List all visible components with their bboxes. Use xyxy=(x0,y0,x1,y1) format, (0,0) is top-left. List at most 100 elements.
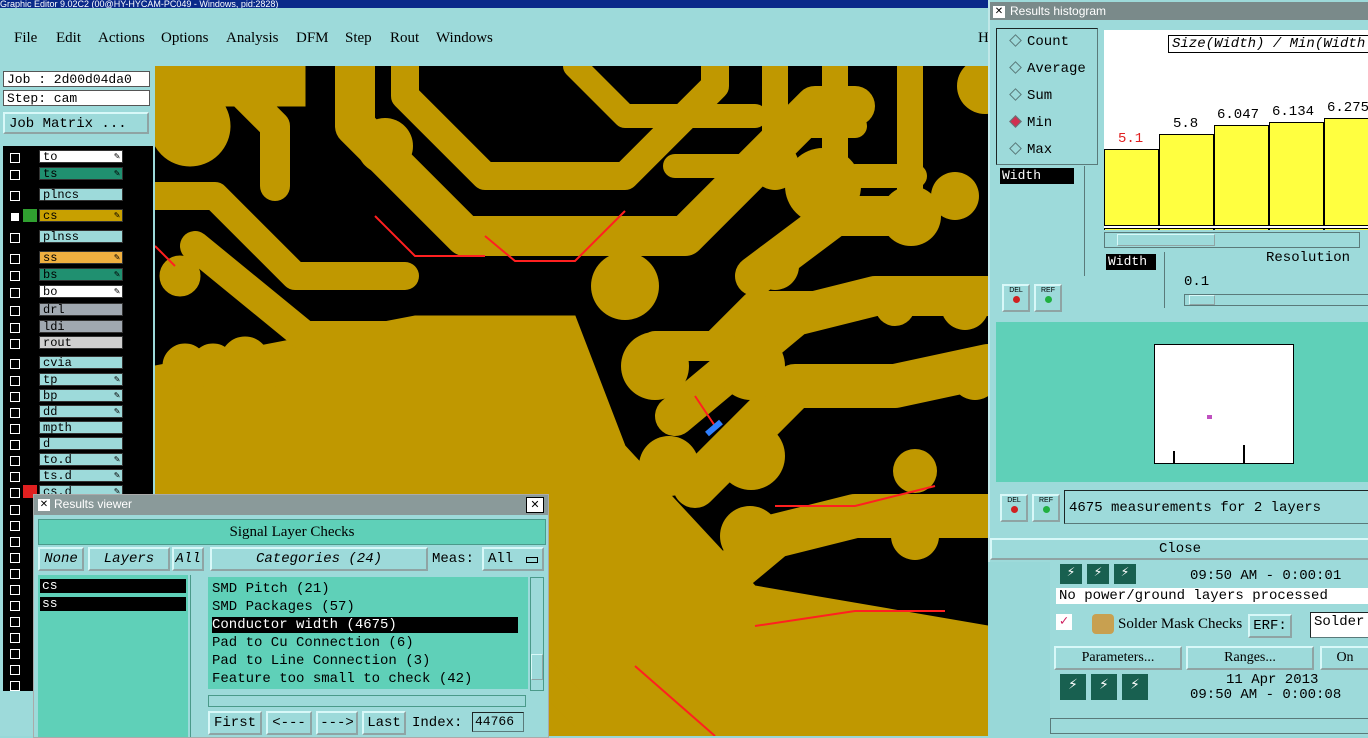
layer-name[interactable]: plncs xyxy=(39,188,123,202)
ranges-button[interactable]: Ranges... xyxy=(1186,646,1314,670)
meas-select[interactable]: All xyxy=(482,547,544,571)
layer-color-chip[interactable] xyxy=(23,230,37,243)
solder-check-checkbox[interactable]: ✓ xyxy=(1056,614,1072,630)
layer-name[interactable]: ss ✎ xyxy=(39,251,123,265)
layer-row-plncs[interactable]: plncs xyxy=(3,188,125,203)
layer-color-chip[interactable] xyxy=(23,209,37,222)
menu-windows[interactable]: Windows xyxy=(436,30,493,47)
menu-edit[interactable]: Edit xyxy=(56,30,81,47)
mode-average[interactable]: Average xyxy=(1009,61,1086,77)
del-button-2[interactable]: DEL xyxy=(1000,494,1028,522)
category-item[interactable]: Feature too small to check (42) xyxy=(212,671,472,687)
layer-name[interactable]: cvia xyxy=(39,356,123,370)
layer-checkbox[interactable] xyxy=(10,271,20,281)
ref-button-2[interactable]: REF xyxy=(1032,494,1060,522)
layer-name[interactable]: ts ✎ xyxy=(39,167,123,181)
layer-row-bo[interactable]: bo ✎ xyxy=(3,285,125,300)
mode-max[interactable]: Max xyxy=(1009,142,1052,158)
layers-button[interactable]: Layers xyxy=(88,547,170,571)
layer-row-dd[interactable]: dd ✎ xyxy=(3,405,125,420)
layer-checkbox[interactable] xyxy=(10,521,20,531)
scroll-thumb[interactable] xyxy=(1117,234,1215,246)
layer-color-chip[interactable] xyxy=(23,373,37,386)
layer-checkbox[interactable] xyxy=(10,408,20,418)
resolution-slider[interactable] xyxy=(1184,294,1368,306)
layer-checkbox[interactable] xyxy=(10,440,20,450)
layer-checkbox[interactable] xyxy=(10,472,20,482)
parameters-button[interactable]: Parameters... xyxy=(1054,646,1182,670)
layer-checkbox[interactable] xyxy=(10,633,20,643)
layer-checkbox[interactable] xyxy=(10,288,20,298)
layer-color-chip[interactable] xyxy=(23,421,37,434)
menu-options[interactable]: Options xyxy=(161,30,209,47)
layer-checkbox[interactable] xyxy=(10,681,20,691)
none-button[interactable]: None xyxy=(38,547,84,571)
histogram-bar[interactable] xyxy=(1104,149,1159,226)
layer-checkbox[interactable] xyxy=(10,233,20,243)
category-list[interactable]: SMD Pitch (21) SMD Packages (57) Conductor… xyxy=(208,577,528,689)
layer-name[interactable]: ts.d ✎ xyxy=(39,469,123,483)
layer-checkbox[interactable] xyxy=(10,191,20,201)
layer-checkbox[interactable] xyxy=(10,617,20,627)
layer-name[interactable]: bo ✎ xyxy=(39,285,123,299)
layer-result-item[interactable]: ss xyxy=(40,597,186,611)
layer-row-cs[interactable]: cs ✎ xyxy=(3,209,125,224)
first-button[interactable]: First xyxy=(208,711,262,735)
layer-checkbox[interactable] xyxy=(10,553,20,563)
layer-row-tp[interactable]: tp ✎ xyxy=(3,373,125,388)
layer-row-plnss[interactable]: plnss xyxy=(3,230,125,245)
layer-color-chip[interactable] xyxy=(23,268,37,281)
histogram-bar[interactable] xyxy=(1269,122,1324,226)
viewer-close-icon[interactable]: ✕ xyxy=(526,497,544,513)
histogram-plot[interactable]: Size(Width) / Min(Width 5.1 5.1- 5.2 5.8 5.… xyxy=(1104,30,1368,230)
menu-rout[interactable]: Rout xyxy=(390,30,419,47)
layer-row-d[interactable]: d xyxy=(3,437,125,452)
category-item[interactable]: Pad to Cu Connection (6) xyxy=(212,635,414,651)
category-item[interactable]: SMD Pitch (21) xyxy=(212,581,330,597)
histogram-bar[interactable] xyxy=(1214,125,1269,226)
categories-button[interactable]: Categories (24) xyxy=(210,547,428,571)
erf-button[interactable]: ERF: xyxy=(1248,614,1292,638)
layer-checkbox[interactable] xyxy=(10,254,20,264)
layer-row-mpth[interactable]: mpth xyxy=(3,421,125,436)
layer-checkbox[interactable] xyxy=(10,153,20,163)
layer-color-chip[interactable] xyxy=(23,405,37,418)
category-item[interactable]: SMD Packages (57) xyxy=(212,599,355,615)
layer-color-chip[interactable] xyxy=(23,437,37,450)
layer-checkbox[interactable] xyxy=(10,585,20,595)
field-list-selected[interactable]: Width xyxy=(1000,168,1074,184)
layer-list-scrollbar[interactable] xyxy=(190,575,203,737)
layer-checkbox[interactable] xyxy=(10,601,20,611)
layer-checkbox[interactable] xyxy=(10,424,20,434)
run-icons-1[interactable]: ⚡ ⚡ ⚡ xyxy=(1060,562,1136,584)
layer-name[interactable]: to.d ✎ xyxy=(39,453,123,467)
category-scroll-thumb[interactable] xyxy=(531,654,543,680)
layer-row-ss[interactable]: ss ✎ xyxy=(3,251,125,266)
menu-analysis[interactable]: Analysis xyxy=(226,30,279,47)
layer-name[interactable]: tp ✎ xyxy=(39,373,123,387)
menu-actions[interactable]: Actions xyxy=(98,30,145,47)
histogram-window-close-icon[interactable]: ✕ xyxy=(993,6,1005,18)
layer-row-to-d[interactable]: to.d ✎ xyxy=(3,453,125,468)
layer-checkbox[interactable] xyxy=(10,339,20,349)
layer-row-rout[interactable]: rout xyxy=(3,336,125,351)
layer-checkbox[interactable] xyxy=(10,665,20,675)
layer-checkbox[interactable] xyxy=(10,170,20,180)
job-matrix-button[interactable]: Job Matrix ... xyxy=(3,112,149,134)
layer-checkbox[interactable] xyxy=(10,505,20,515)
layer-color-chip[interactable] xyxy=(23,453,37,466)
layer-row-bp[interactable]: bp ✎ xyxy=(3,389,125,404)
menu-dfm[interactable]: DFM xyxy=(296,30,329,47)
layer-color-chip[interactable] xyxy=(23,303,37,316)
layer-name[interactable]: bs ✎ xyxy=(39,268,123,282)
layer-color-chip[interactable] xyxy=(23,320,37,333)
category-item[interactable]: Conductor width (4675) xyxy=(212,617,518,633)
layer-name[interactable]: cs ✎ xyxy=(39,209,123,223)
layer-color-chip[interactable] xyxy=(23,285,37,298)
plot-horizontal-scrollbar[interactable] xyxy=(1104,232,1360,248)
on-button[interactable]: On xyxy=(1320,646,1368,670)
layer-checkbox[interactable] xyxy=(10,376,20,386)
mode-count[interactable]: Count xyxy=(1009,34,1069,50)
layer-color-chip[interactable] xyxy=(23,167,37,180)
layer-row-cvia[interactable]: cvia xyxy=(3,356,125,371)
